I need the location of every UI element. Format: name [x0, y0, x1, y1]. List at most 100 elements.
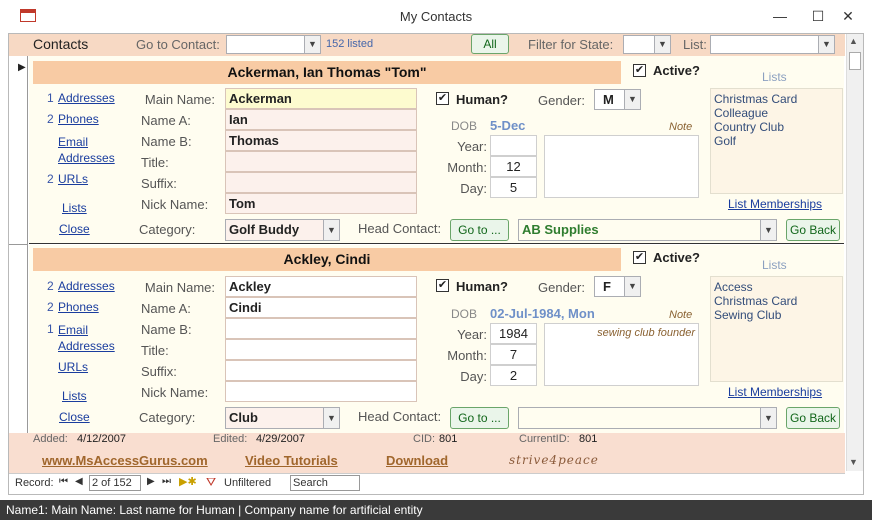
name-a-field[interactable]: Cindi — [225, 297, 417, 318]
current-record-input[interactable]: 2 of 152 — [89, 475, 141, 491]
urls-link[interactable]: URLs — [58, 172, 88, 186]
month-label: Month: — [447, 160, 487, 175]
title-field[interactable] — [225, 339, 417, 360]
chevron-down-icon[interactable]: ▼ — [304, 36, 320, 53]
close-link[interactable]: Close — [59, 410, 90, 424]
human-label: Human? — [456, 279, 508, 294]
chevron-down-icon[interactable]: ▼ — [624, 277, 640, 296]
nick-name-field[interactable]: Tom — [225, 193, 417, 214]
category-combo[interactable]: Club ▼ — [225, 407, 340, 429]
month-field[interactable]: 12 — [490, 156, 537, 177]
list-memberships-link[interactable]: List Memberships — [728, 385, 822, 399]
year-label: Year: — [457, 139, 487, 154]
filter-icon[interactable]: ⛛ — [206, 475, 216, 490]
go-back-button[interactable]: Go Back — [786, 407, 840, 429]
strive4peace-logo: strive4peace — [509, 453, 599, 467]
goto-contact-combo[interactable]: ▼ — [226, 35, 321, 54]
all-button[interactable]: All — [471, 34, 509, 54]
chevron-down-icon[interactable]: ▼ — [624, 90, 640, 109]
name-b-field[interactable]: Thomas — [225, 130, 417, 151]
nick-name-field[interactable] — [225, 381, 417, 402]
suffix-field[interactable] — [225, 172, 417, 193]
search-input[interactable]: Search — [290, 475, 360, 491]
lists-link[interactable]: Lists — [62, 201, 87, 215]
lists-listbox[interactable]: Christmas Card Colleague Country Club Go… — [710, 88, 843, 194]
gender-value: M — [603, 92, 614, 107]
month-field[interactable]: 7 — [490, 344, 537, 365]
day-field[interactable]: 5 — [490, 177, 537, 198]
year-field[interactable]: 1984 — [490, 323, 537, 344]
title-field[interactable] — [225, 151, 417, 172]
scroll-up-icon[interactable]: ▲ — [849, 36, 858, 46]
lists-link[interactable]: Lists — [62, 389, 87, 403]
gender-combo[interactable]: F ▼ — [594, 276, 641, 297]
name-a-field[interactable]: Ian — [225, 109, 417, 130]
goto-head-contact-button[interactable]: Go to ... — [450, 407, 509, 429]
scroll-thumb[interactable] — [849, 52, 861, 70]
list-filter-combo[interactable]: ▼ — [710, 35, 835, 54]
record-navigation-bar: Record: ⏮ ◀ 2 of 152 ▶ ⏭ ▶✱ ⛛ Unfiltered… — [9, 473, 845, 492]
current-id-label: CurrentID: — [519, 433, 570, 445]
current-id-value: 801 — [579, 433, 598, 445]
chevron-down-icon[interactable]: ▼ — [323, 220, 339, 240]
chevron-down-icon[interactable]: ▼ — [760, 408, 776, 428]
note-field[interactable] — [544, 135, 699, 198]
goto-head-contact-button[interactable]: Go to ... — [450, 219, 509, 241]
minimize-icon[interactable]: — — [770, 6, 790, 26]
day-field[interactable]: 2 — [490, 365, 537, 386]
vertical-scrollbar[interactable]: ▲ ▼ — [846, 34, 863, 471]
chevron-down-icon[interactable]: ▼ — [323, 408, 339, 428]
phones-link[interactable]: Phones — [58, 112, 99, 126]
phones-count: 2 — [47, 300, 54, 314]
dob-value: 5-Dec — [490, 118, 526, 133]
lists-listbox[interactable]: Access Christmas Card Sewing Club — [710, 276, 843, 382]
name-b-field[interactable] — [225, 318, 417, 339]
new-record-icon[interactable]: ▶✱ — [179, 475, 197, 488]
category-combo[interactable]: Golf Buddy ▼ — [225, 219, 340, 241]
video-tutorials-link[interactable]: Video Tutorials — [245, 453, 338, 468]
added-value: 4/12/2007 — [77, 433, 126, 445]
head-contact-combo[interactable]: ▼ — [518, 407, 777, 429]
head-contact-combo[interactable]: AB Supplies ▼ — [518, 219, 777, 241]
close-link[interactable]: Close — [59, 222, 90, 236]
scroll-down-icon[interactable]: ▼ — [849, 457, 858, 467]
gender-combo[interactable]: M ▼ — [594, 89, 641, 110]
main-name-field[interactable]: Ackley — [225, 276, 417, 297]
close-icon[interactable]: ✕ — [838, 6, 858, 26]
active-checkbox[interactable]: ✔ — [633, 64, 646, 77]
human-checkbox[interactable]: ✔ — [436, 279, 449, 292]
addresses-link[interactable]: Addresses — [58, 279, 115, 293]
state-filter-combo[interactable]: ▼ — [623, 35, 671, 54]
email-addresses-link[interactable]: Email Addresses — [58, 322, 118, 354]
go-back-button[interactable]: Go Back — [786, 219, 840, 241]
previous-record-icon[interactable]: ◀ — [75, 476, 83, 487]
form-footer: Added: 4/12/2007 Edited: 4/29/2007 CID: … — [9, 433, 845, 473]
year-field[interactable] — [490, 135, 537, 156]
chevron-down-icon[interactable]: ▼ — [818, 36, 834, 53]
email-addresses-link[interactable]: Email Addresses — [58, 134, 118, 166]
first-record-icon[interactable]: ⏮ — [59, 476, 68, 487]
maximize-icon[interactable]: ☐ — [808, 6, 828, 26]
next-record-icon[interactable]: ▶ — [147, 476, 155, 487]
active-checkbox[interactable]: ✔ — [633, 251, 646, 264]
addresses-link[interactable]: Addresses — [58, 91, 115, 105]
list-item: Sewing Club — [714, 308, 782, 322]
list-memberships-link[interactable]: List Memberships — [728, 197, 822, 211]
title-label: Title: — [141, 155, 169, 170]
last-record-icon[interactable]: ⏭ — [162, 476, 171, 487]
note-field[interactable]: sewing club founder — [544, 323, 699, 386]
record-selector[interactable]: ▶ — [9, 56, 28, 245]
suffix-field[interactable] — [225, 360, 417, 381]
filter-status[interactable]: Unfiltered — [224, 477, 271, 489]
month-label: Month: — [447, 348, 487, 363]
chevron-down-icon[interactable]: ▼ — [654, 36, 670, 53]
status-bar: Name1: Main Name: Last name for Human | … — [0, 500, 872, 520]
urls-link[interactable]: URLs — [58, 360, 88, 374]
record-selector[interactable] — [9, 245, 28, 433]
phones-link[interactable]: Phones — [58, 300, 99, 314]
website-link[interactable]: www.MsAccessGurus.com — [42, 453, 208, 468]
main-name-field[interactable]: Ackerman — [225, 88, 417, 109]
download-link[interactable]: Download — [386, 453, 448, 468]
chevron-down-icon[interactable]: ▼ — [760, 220, 776, 240]
human-checkbox[interactable]: ✔ — [436, 92, 449, 105]
